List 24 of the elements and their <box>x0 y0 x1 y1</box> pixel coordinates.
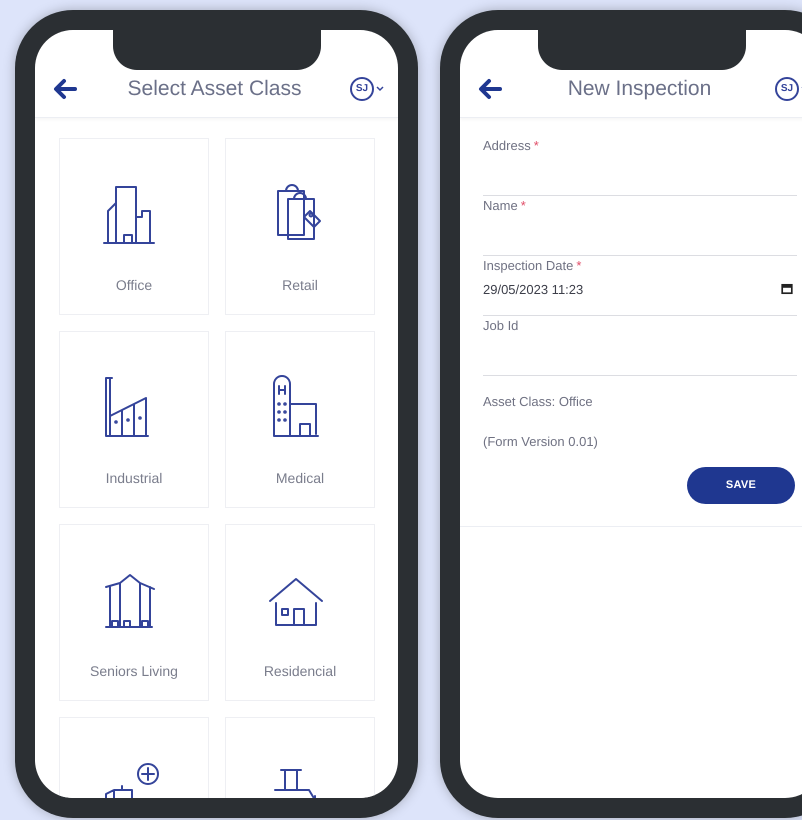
field-label: Address * <box>483 137 540 155</box>
asset-class-card[interactable]: Industrial <box>59 331 209 508</box>
asset-class-card[interactable]: Residencial <box>225 524 375 701</box>
asset-class-card[interactable]: Seniors Living <box>59 524 209 701</box>
card-label: Medical <box>276 469 324 488</box>
card-label: Industrial <box>106 469 162 488</box>
avatar-initials: SJ <box>350 76 374 100</box>
card-label: Residencial <box>264 662 336 681</box>
screen-title: New Inspection <box>566 76 712 102</box>
card-label: Seniors Living <box>90 662 178 681</box>
asset-class-card[interactable]: Retail <box>225 138 375 315</box>
asset-class-card[interactable]: Medical <box>225 331 375 508</box>
card-label: Office <box>116 276 152 295</box>
field-label: Job Id <box>483 317 520 335</box>
info-text: Asset Class: Office <box>483 393 594 411</box>
card-label: Retail <box>282 276 318 295</box>
screen-title: Select Asset Class <box>126 76 302 102</box>
asset-class-card[interactable]: Office <box>59 138 209 315</box>
field-label: Inspection Date * <box>483 257 582 275</box>
field-label: Name * <box>483 197 527 215</box>
input-field[interactable]: 29/05/2023 11:23 <box>483 276 797 316</box>
user-menu-button[interactable]: SJ <box>350 76 384 100</box>
info-text: (Form Version 0.01) <box>483 432 599 451</box>
save-button[interactable]: SAVE <box>687 467 795 504</box>
